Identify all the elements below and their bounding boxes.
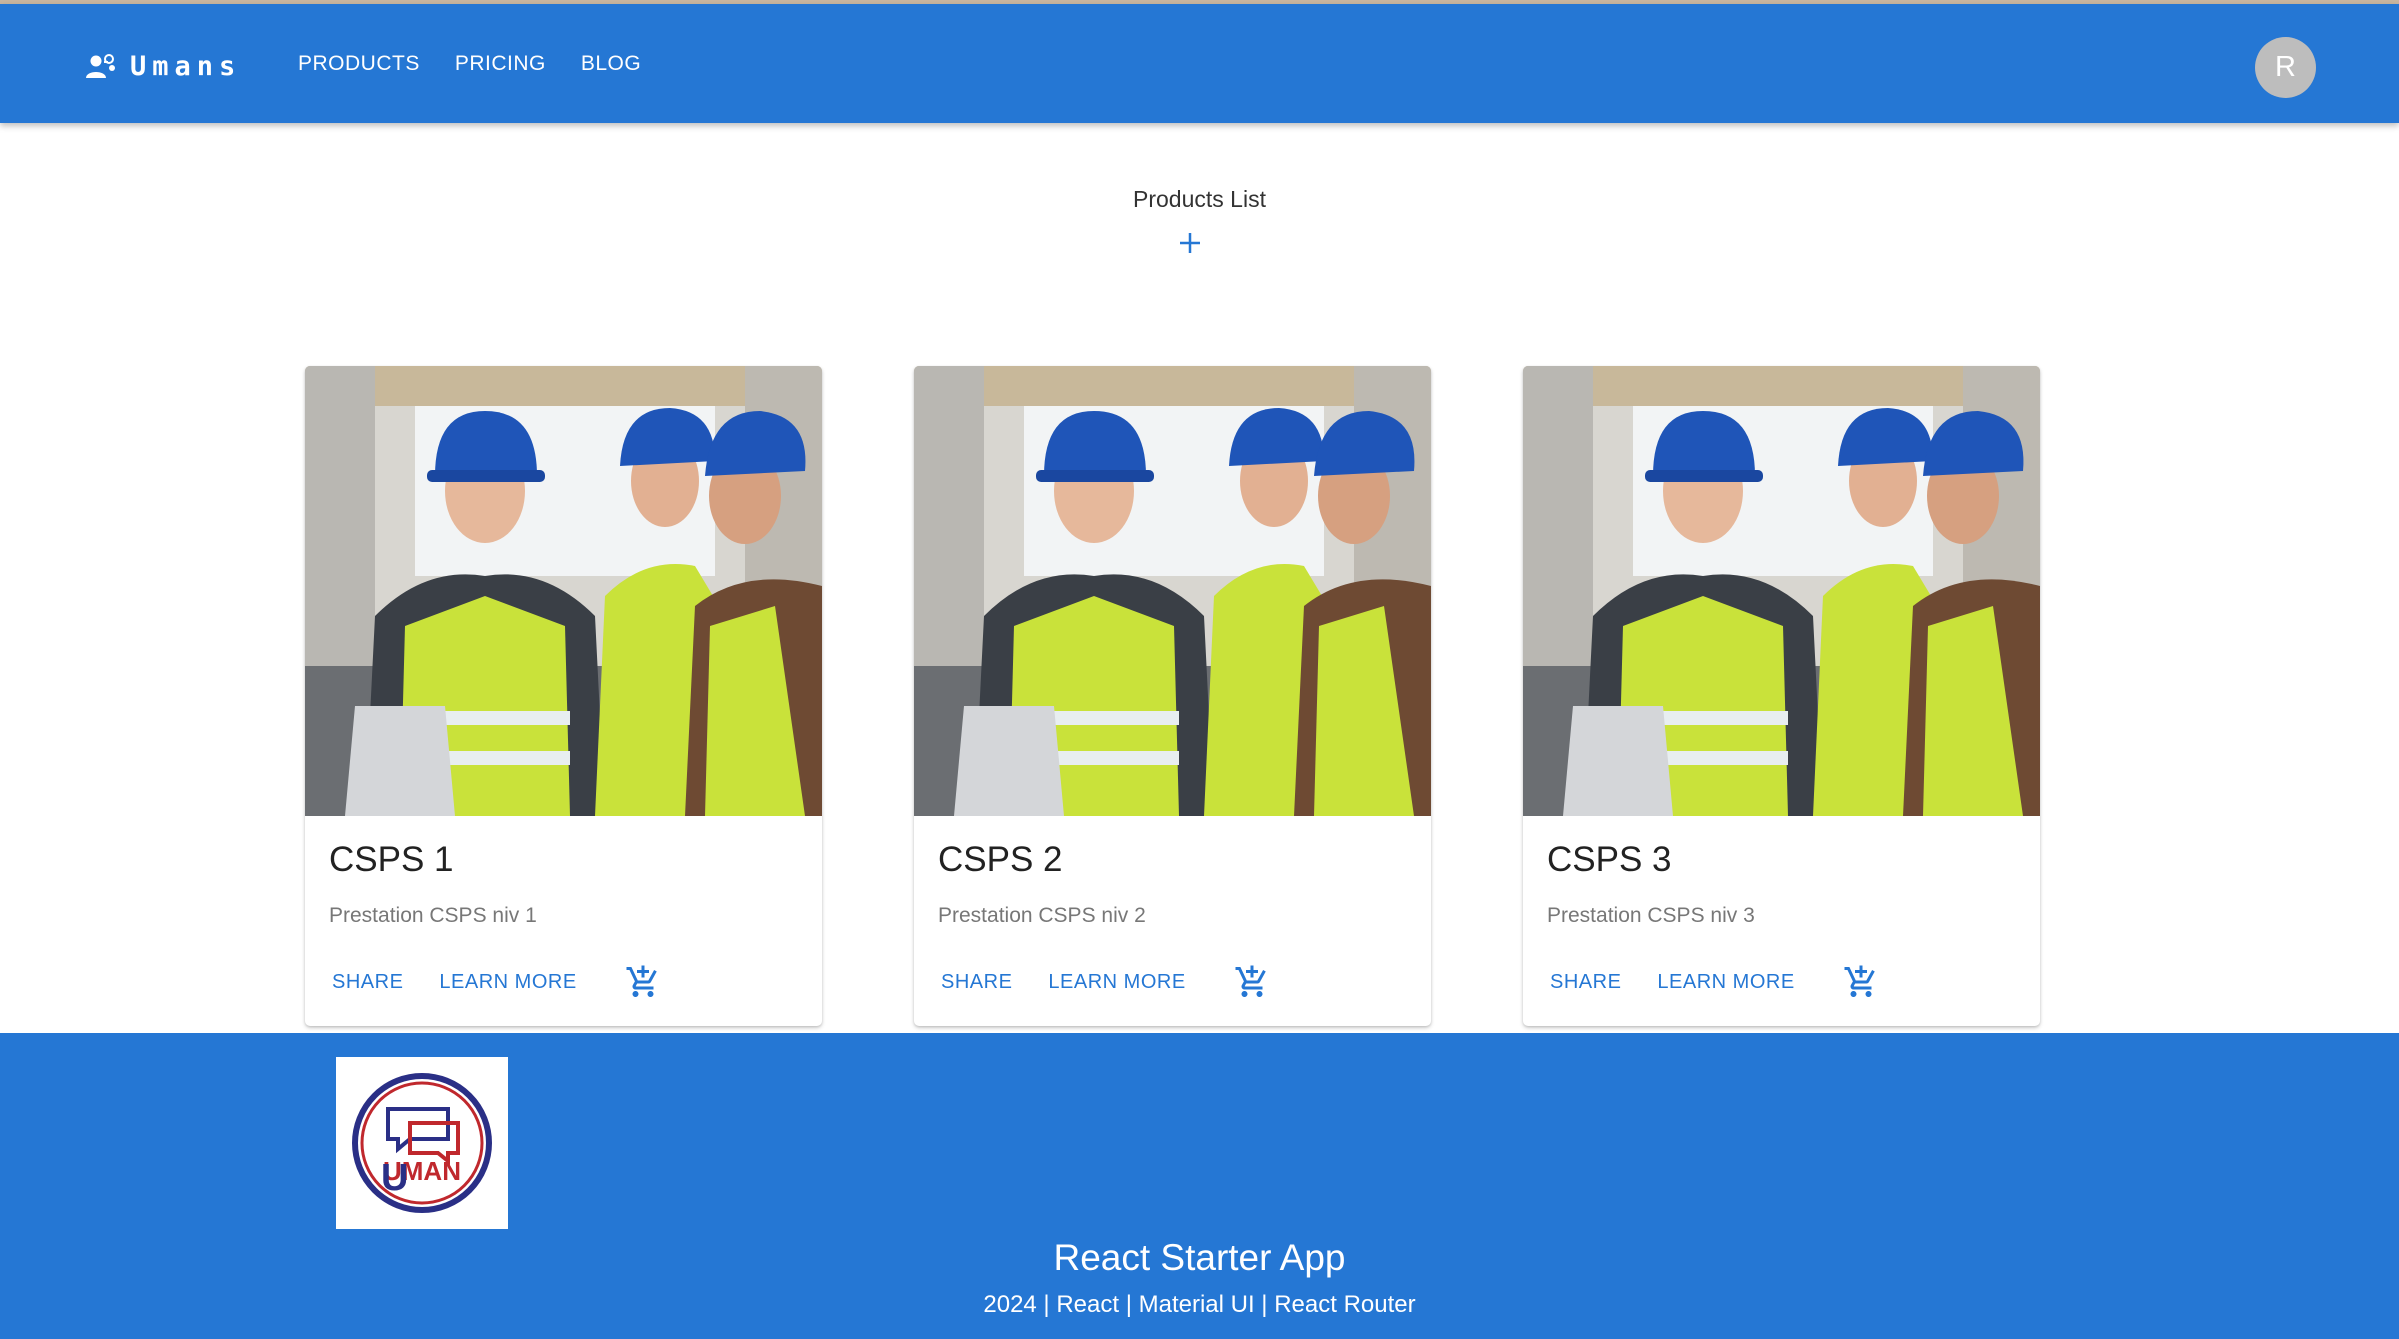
svg-text:U: U <box>381 1157 408 1199</box>
product-card: CSPS 1 Prestation CSPS niv 1 SHARE LEARN… <box>305 366 822 1026</box>
product-description: Prestation CSPS niv 3 <box>1547 904 1755 927</box>
product-card: CSPS 2 Prestation CSPS niv 2 SHARE LEARN… <box>914 366 1431 1026</box>
page-title: Products List <box>1133 186 1266 212</box>
add-shopping-cart-icon[interactable] <box>1234 964 1270 1000</box>
product-title: CSPS 3 <box>1547 840 1672 879</box>
product-description: Prestation CSPS niv 2 <box>938 904 1146 927</box>
nav-pricing[interactable]: PRICING <box>455 52 546 76</box>
card-actions: SHARE LEARN MORE <box>1550 964 1879 1000</box>
product-card: CSPS 3 Prestation CSPS niv 3 SHARE LEARN… <box>1523 366 2040 1026</box>
share-button[interactable]: SHARE <box>941 971 1012 994</box>
product-description: Prestation CSPS niv 1 <box>329 904 537 927</box>
card-actions: SHARE LEARN MORE <box>332 964 661 1000</box>
product-image <box>305 366 822 816</box>
share-button[interactable]: SHARE <box>1550 971 1621 994</box>
avatar[interactable]: R <box>2255 37 2316 98</box>
brand-name: Umans <box>130 50 242 82</box>
product-title: CSPS 2 <box>938 840 1063 879</box>
footer-title: React Starter App <box>1053 1237 1346 1278</box>
users-icon <box>86 54 115 78</box>
product-image <box>1523 366 2040 816</box>
nav-products[interactable]: PRODUCTS <box>298 52 420 76</box>
add-shopping-cart-icon[interactable] <box>1843 964 1879 1000</box>
learn-more-button[interactable]: LEARN MORE <box>439 971 576 994</box>
plus-icon[interactable] <box>1177 230 1203 256</box>
share-button[interactable]: SHARE <box>332 971 403 994</box>
add-shopping-cart-icon[interactable] <box>625 964 661 1000</box>
footer-logo[interactable]: UMAN U <box>336 1057 508 1229</box>
brand[interactable]: Umans <box>84 50 241 82</box>
uman-logo: UMAN U <box>352 1073 492 1213</box>
footer: UMAN U React Starter App 2024 | React | … <box>0 1033 2399 1339</box>
nav-blog[interactable]: BLOG <box>581 52 641 76</box>
learn-more-button[interactable]: LEARN MORE <box>1657 971 1794 994</box>
card-actions: SHARE LEARN MORE <box>941 964 1270 1000</box>
main-nav: PRODUCTS PRICING BLOG <box>298 52 641 76</box>
footer-subtitle: 2024 | React | Material UI | React Route… <box>983 1291 1416 1318</box>
product-image <box>914 366 1431 816</box>
learn-more-button[interactable]: LEARN MORE <box>1048 971 1185 994</box>
app-bar: Umans PRODUCTS PRICING BLOG R <box>0 4 2399 123</box>
product-title: CSPS 1 <box>329 840 454 879</box>
